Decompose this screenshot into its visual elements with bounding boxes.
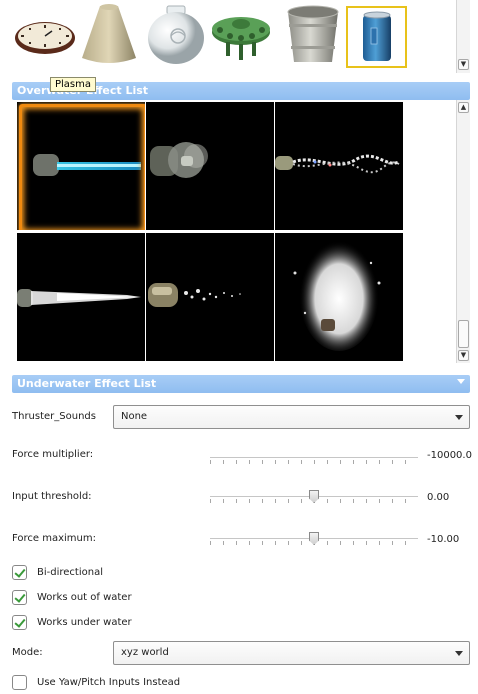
object-picker: ▼ bbox=[0, 0, 470, 74]
bidirectional-checkbox[interactable] bbox=[12, 565, 27, 580]
underwater-effect-list-title: Underwater Effect List bbox=[17, 377, 157, 390]
thruster-sounds-dropdown[interactable]: None bbox=[113, 405, 470, 429]
metal-bucket-thumb[interactable] bbox=[282, 2, 344, 66]
effect-smoke-puff[interactable] bbox=[146, 102, 274, 230]
effect-tooltip: Plasma bbox=[50, 77, 97, 92]
mode-label: Mode: bbox=[12, 647, 43, 658]
effect-splash-burst[interactable] bbox=[275, 233, 403, 361]
effect-spray-trail[interactable] bbox=[275, 102, 403, 230]
yaw-pitch-checkbox[interactable] bbox=[12, 675, 27, 690]
green-mine-thumb[interactable] bbox=[210, 2, 272, 66]
works-out-of-water-label: Works out of water bbox=[37, 592, 132, 603]
overwater-effect-grid bbox=[15, 102, 403, 361]
chevron-down-icon bbox=[455, 651, 463, 656]
scroll-down-icon[interactable]: ▼ bbox=[458, 350, 469, 361]
scroll-up-icon[interactable]: ▲ bbox=[458, 102, 469, 113]
chevron-down-icon[interactable] bbox=[457, 379, 465, 384]
object-picker-scrollbar[interactable]: ▼ bbox=[456, 0, 470, 73]
wall-clock-thumb[interactable] bbox=[14, 2, 76, 66]
scroll-down-icon[interactable]: ▼ bbox=[458, 59, 469, 70]
effect-list-scroll-thumb[interactable] bbox=[458, 320, 469, 348]
slider-track bbox=[210, 457, 418, 458]
input-threshold-label: Input threshold: bbox=[12, 491, 92, 502]
yaw-pitch-label: Use Yaw/Pitch Inputs Instead bbox=[37, 677, 181, 688]
force-maximum-label: Force maximum: bbox=[12, 533, 96, 544]
force-maximum-value: -10.00 bbox=[427, 534, 460, 545]
thruster-sounds-label: Thruster_Sounds bbox=[12, 411, 96, 422]
force-maximum-slider[interactable] bbox=[210, 532, 418, 548]
works-under-water-checkbox[interactable] bbox=[12, 615, 27, 630]
soda-can-thumb[interactable] bbox=[346, 6, 407, 68]
porcelain-jar-thumb[interactable] bbox=[145, 2, 207, 66]
chevron-down-icon bbox=[455, 415, 463, 420]
input-threshold-slider[interactable] bbox=[210, 490, 418, 506]
effect-plasma[interactable] bbox=[17, 102, 145, 230]
effect-white-stream[interactable] bbox=[17, 233, 145, 361]
works-under-water-label: Works under water bbox=[37, 617, 132, 628]
input-threshold-value: 0.00 bbox=[427, 492, 450, 503]
mode-value: xyz world bbox=[121, 647, 169, 658]
mode-dropdown[interactable]: xyz world bbox=[113, 641, 470, 665]
slider-ticks bbox=[210, 460, 418, 464]
force-multiplier-value: -10000.0 bbox=[427, 450, 472, 461]
underwater-effect-list-header[interactable]: Underwater Effect List bbox=[12, 375, 470, 393]
force-multiplier-label: Force multiplier: bbox=[12, 449, 94, 460]
thruster-sounds-value: None bbox=[121, 411, 148, 422]
effect-bubble-trail[interactable] bbox=[146, 233, 274, 361]
bidirectional-label: Bi-directional bbox=[37, 567, 103, 578]
works-out-of-water-checkbox[interactable] bbox=[12, 590, 27, 605]
stone-cone-thumb[interactable] bbox=[78, 2, 140, 66]
effect-list-scrollbar[interactable]: ▲ ▼ bbox=[456, 100, 470, 363]
force-multiplier-slider[interactable] bbox=[210, 451, 418, 467]
